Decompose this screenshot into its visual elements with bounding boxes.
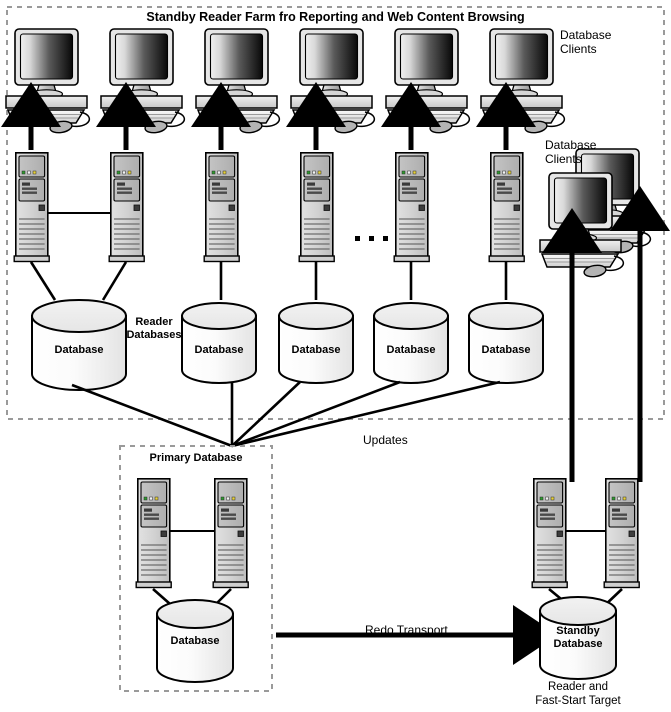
- reader-database-label-1: Database: [54, 344, 104, 356]
- reader-database-label-4: Database: [386, 344, 436, 356]
- primary-database-cylinder-label: Database: [170, 635, 220, 647]
- reader-database-5: [468, 302, 544, 384]
- server-database-links: [29, 261, 508, 301]
- reader-database-4: [373, 302, 449, 384]
- standby-caption: Reader and Fast-Start Target: [535, 681, 621, 707]
- updates-label: Updates: [363, 433, 408, 447]
- client-computer-group: [5, 28, 566, 135]
- ellipsis-dots: [355, 236, 388, 241]
- reader-database-3: [278, 302, 354, 384]
- standby-server-group: [531, 477, 641, 589]
- redo-transport-label: Redo Transport: [365, 623, 448, 637]
- reader-databases-label: Reader Databases: [126, 316, 182, 341]
- architecture-diagram: Standby Reader Farm fro Reporting and We…: [0, 0, 671, 712]
- standby-database-label: Standby Database: [553, 625, 603, 650]
- update-lines: [71, 380, 501, 448]
- right-database-clients-label: Database Clients: [545, 138, 597, 167]
- reader-database-label-5: Database: [481, 344, 531, 356]
- reader-database-label-3: Database: [291, 344, 341, 356]
- top-database-clients-label: Database Clients: [560, 28, 612, 57]
- right-client-computers: [539, 148, 652, 279]
- diagram-title: Standby Reader Farm fro Reporting and We…: [146, 10, 525, 24]
- primary-database-label: Primary Database: [149, 452, 243, 464]
- reader-server-group: [13, 152, 526, 263]
- reader-database-2: [181, 302, 257, 384]
- primary-server-group: [135, 477, 249, 589]
- reader-database-label-2: Database: [194, 344, 244, 356]
